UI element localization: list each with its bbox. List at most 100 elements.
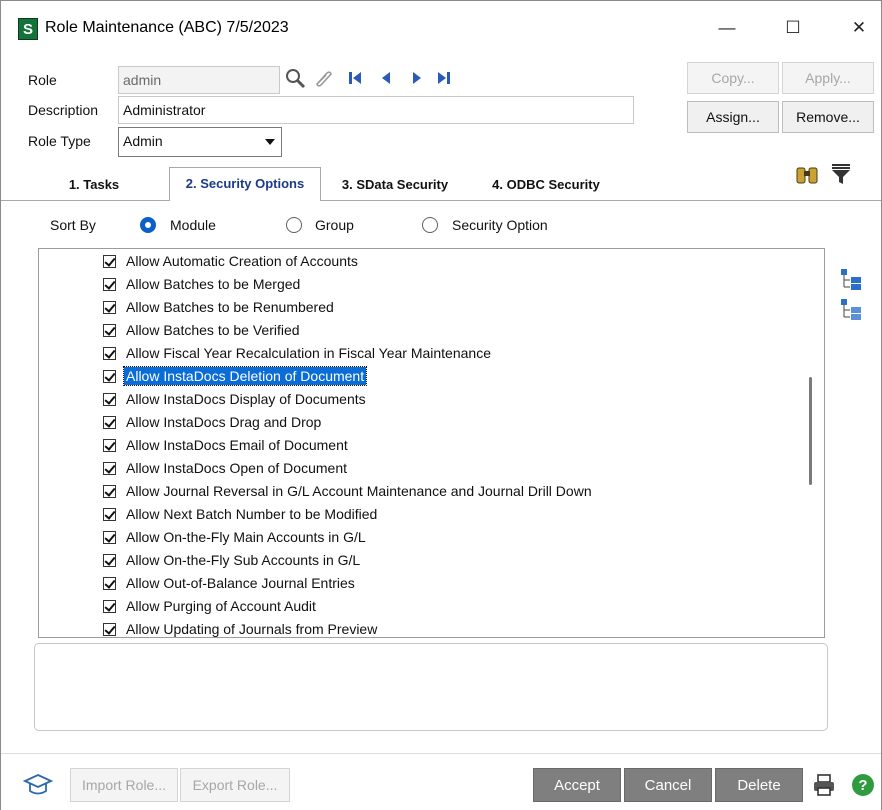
list-scrollbar-thumb[interactable] bbox=[809, 377, 812, 485]
checkbox-icon[interactable] bbox=[103, 507, 116, 521]
list-item[interactable]: Allow Fiscal Year Recalculation in Fisca… bbox=[103, 342, 493, 364]
list-item[interactable]: Allow InstaDocs Deletion of Document bbox=[103, 365, 368, 387]
sort-group-radio[interactable] bbox=[286, 217, 302, 233]
checkbox-icon[interactable] bbox=[103, 553, 116, 567]
checkbox-icon[interactable] bbox=[103, 300, 116, 314]
window-title: Role Maintenance (ABC) 7/5/2023 bbox=[45, 19, 289, 36]
tab-tasks[interactable]: 1. Tasks bbox=[59, 169, 129, 201]
tab-sdata-security[interactable]: 3. SData Security bbox=[328, 169, 462, 201]
import-role-button[interactable]: Import Role... bbox=[70, 768, 178, 802]
list-item-label: Allow Batches to be Verified bbox=[126, 322, 300, 338]
checkbox-icon[interactable] bbox=[103, 576, 116, 590]
close-button[interactable]: ✕ bbox=[844, 15, 874, 41]
list-item[interactable]: Allow InstaDocs Email of Document bbox=[103, 434, 350, 456]
tab-security-options[interactable]: 2. Security Options bbox=[169, 167, 321, 201]
lookup-icon[interactable] bbox=[283, 67, 307, 89]
last-record-icon[interactable] bbox=[433, 67, 455, 89]
remove-button[interactable]: Remove... bbox=[782, 101, 874, 133]
checkbox-icon[interactable] bbox=[103, 622, 116, 636]
graduation-cap-icon[interactable] bbox=[22, 771, 54, 799]
list-item-label: Allow Fiscal Year Recalculation in Fisca… bbox=[126, 345, 491, 361]
sort-module-radio[interactable] bbox=[140, 217, 156, 233]
copy-button[interactable]: Copy... bbox=[687, 62, 779, 94]
list-item[interactable]: Allow InstaDocs Open of Document bbox=[103, 457, 349, 479]
list-item[interactable]: Allow Batches to be Verified bbox=[103, 319, 302, 341]
cancel-button[interactable]: Cancel bbox=[624, 768, 712, 802]
list-item-label: Allow On-the-Fly Sub Accounts in G/L bbox=[126, 552, 361, 568]
list-item[interactable]: Allow On-the-Fly Sub Accounts in G/L bbox=[103, 549, 362, 571]
checkbox-icon[interactable] bbox=[103, 415, 116, 429]
checkbox-icon[interactable] bbox=[103, 599, 116, 613]
delete-button[interactable]: Delete bbox=[715, 768, 803, 802]
checkbox-icon[interactable] bbox=[103, 461, 116, 475]
role-field[interactable]: admin bbox=[118, 66, 280, 94]
binoculars-icon[interactable] bbox=[795, 164, 821, 186]
checkbox-icon[interactable] bbox=[103, 530, 116, 544]
list-item-label: Allow Journal Reversal in G/L Account Ma… bbox=[126, 483, 592, 499]
sort-by-label: Sort By bbox=[50, 217, 96, 233]
collapse-tree-icon[interactable] bbox=[839, 297, 865, 321]
maximize-button[interactable]: ☐ bbox=[778, 15, 808, 41]
role-label: Role bbox=[28, 72, 57, 88]
tab-odbc-security[interactable]: 4. ODBC Security bbox=[479, 169, 613, 201]
list-item-label: Allow InstaDocs Deletion of Document bbox=[122, 366, 368, 386]
list-item[interactable]: Allow Out-of-Balance Journal Entries bbox=[103, 572, 357, 594]
sort-module-label: Module bbox=[170, 217, 216, 233]
role-maintenance-window: S Role Maintenance (ABC) 7/5/2023 — ☐ ✕ … bbox=[0, 0, 882, 810]
previous-record-icon[interactable] bbox=[375, 67, 397, 89]
attachment-icon[interactable] bbox=[311, 67, 335, 89]
assign-button[interactable]: Assign... bbox=[687, 101, 779, 133]
checkbox-icon[interactable] bbox=[103, 369, 116, 383]
list-item-label: Allow InstaDocs Email of Document bbox=[126, 437, 348, 453]
role-type-label: Role Type bbox=[28, 133, 91, 149]
checkbox-icon[interactable] bbox=[103, 438, 116, 452]
tab-panel-divider bbox=[1, 200, 881, 201]
expand-tree-icon[interactable] bbox=[839, 267, 865, 291]
chevron-down-icon bbox=[265, 139, 275, 145]
minimize-button[interactable]: — bbox=[712, 15, 742, 41]
help-icon[interactable]: ? bbox=[850, 772, 876, 798]
apply-button[interactable]: Apply... bbox=[782, 62, 874, 94]
sort-security-option-radio[interactable] bbox=[422, 217, 438, 233]
title-bar: S Role Maintenance (ABC) 7/5/2023 — ☐ ✕ bbox=[1, 1, 881, 57]
list-item[interactable]: Allow On-the-Fly Main Accounts in G/L bbox=[103, 526, 368, 548]
filter-icon[interactable] bbox=[830, 162, 852, 186]
list-item[interactable]: Allow Updating of Journals from Preview bbox=[103, 618, 379, 637]
printer-icon[interactable] bbox=[811, 772, 837, 798]
app-logo-icon: S bbox=[18, 18, 38, 40]
checkbox-icon[interactable] bbox=[103, 484, 116, 498]
list-item[interactable]: Allow Automatic Creation of Accounts bbox=[103, 250, 360, 272]
checkbox-icon[interactable] bbox=[103, 277, 116, 291]
first-record-icon[interactable] bbox=[344, 67, 366, 89]
list-item-label: Allow Out-of-Balance Journal Entries bbox=[126, 575, 355, 591]
export-role-button[interactable]: Export Role... bbox=[180, 768, 290, 802]
list-item[interactable]: Allow Next Batch Number to be Modified bbox=[103, 503, 379, 525]
list-item-label: Allow Next Batch Number to be Modified bbox=[126, 506, 378, 522]
sort-group-label: Group bbox=[315, 217, 354, 233]
next-record-icon[interactable] bbox=[406, 67, 428, 89]
accept-button[interactable]: Accept bbox=[533, 768, 621, 802]
list-item-label: Allow Updating of Journals from Preview bbox=[126, 621, 378, 637]
list-item-label: Allow Automatic Creation of Accounts bbox=[126, 253, 358, 269]
description-field[interactable]: Administrator bbox=[118, 96, 634, 124]
security-options-list[interactable]: Allow Automatic Creation of Accounts Allo… bbox=[38, 248, 825, 638]
list-item[interactable]: Allow Journal Reversal in G/L Account Ma… bbox=[103, 480, 594, 502]
checkbox-icon[interactable] bbox=[103, 392, 116, 406]
role-type-select[interactable]: Admin bbox=[118, 127, 282, 157]
description-label: Description bbox=[28, 102, 99, 118]
checkbox-icon[interactable] bbox=[103, 254, 116, 268]
list-item-label: Allow InstaDocs Display of Documents bbox=[126, 391, 366, 407]
checkbox-icon[interactable] bbox=[103, 323, 116, 337]
option-description-box bbox=[34, 643, 828, 731]
svg-text:?: ? bbox=[858, 777, 867, 794]
list-item-label: Allow InstaDocs Drag and Drop bbox=[126, 414, 322, 430]
list-item-label: Allow Batches to be Renumbered bbox=[126, 299, 334, 315]
list-item[interactable]: Allow Batches to be Renumbered bbox=[103, 296, 336, 318]
checkbox-icon[interactable] bbox=[103, 346, 116, 360]
list-item-label: Allow Batches to be Merged bbox=[126, 276, 301, 292]
list-item[interactable]: Allow Purging of Account Audit bbox=[103, 595, 318, 617]
list-item[interactable]: Allow InstaDocs Display of Documents bbox=[103, 388, 368, 410]
list-item[interactable]: Allow InstaDocs Drag and Drop bbox=[103, 411, 323, 433]
sort-security-option-label: Security Option bbox=[452, 217, 548, 233]
list-item[interactable]: Allow Batches to be Merged bbox=[103, 273, 302, 295]
